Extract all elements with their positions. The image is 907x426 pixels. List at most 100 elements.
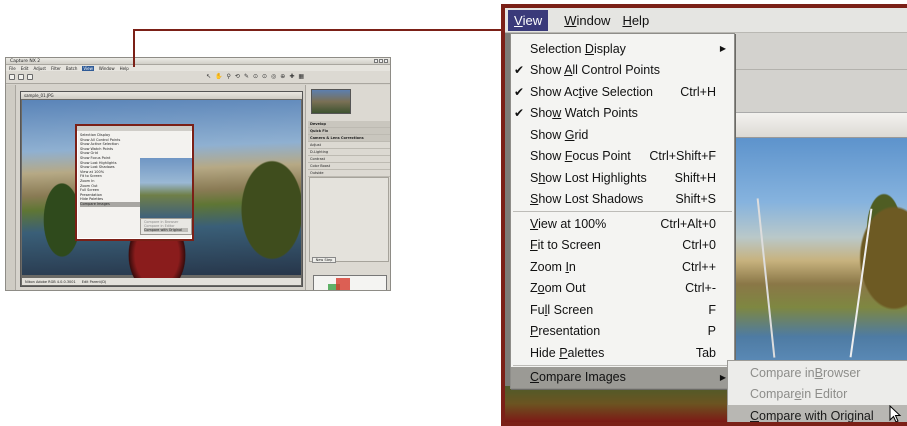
new-step-button[interactable]: New Step (312, 257, 336, 263)
adjust-panel (309, 177, 389, 262)
menu-shortcut: Ctrl+Shift+F (649, 149, 716, 164)
checkmark-icon: ✔ (513, 106, 525, 121)
label-mnemonic: e (794, 387, 802, 402)
toolbar-icon[interactable] (18, 74, 24, 80)
menu-item-show-lost-highlights[interactable]: Show Lost Highlights Shift+H (511, 167, 734, 189)
menu-item-compare-images[interactable]: Compare Images ▶ (511, 366, 734, 388)
app-menu-filter[interactable]: Filter (51, 66, 61, 71)
menu-item-label: Full Screen (530, 303, 593, 317)
photo-bottom (505, 386, 734, 422)
app-window-thumbnail: Capture NX 2 File Edit Adjust Filter Batch Vi… (5, 57, 391, 291)
submenu-item-compare-in-editor[interactable]: Compar e in Editor (728, 384, 907, 406)
menu-item-full-screen[interactable]: Full Screen F (511, 299, 734, 321)
menu-mnemonic: W (564, 12, 577, 28)
palette-row[interactable]: Contrast (308, 156, 390, 163)
submenu-item-compare-with-original[interactable]: Compare with Original (728, 405, 907, 423)
mouse-pointer-icon (889, 405, 902, 422)
tool-icons[interactable]: ↖ ✋ ⚲ ⟲ ✎ ⊙ ⊙ ◎ ⊕ ✚ ▦ (206, 73, 304, 80)
menu-item-label: Zoom Out (530, 281, 586, 295)
label-part: Sho (530, 106, 553, 121)
label-part: Compare in (750, 365, 815, 380)
palette-row[interactable]: Camera & Lens Corrections (308, 135, 390, 142)
app-title: Capture NX 2 (10, 58, 41, 64)
menu-window[interactable]: Window (558, 10, 616, 31)
menu-help[interactable]: Help (616, 10, 655, 31)
status-edit: Edit Parent(D) (81, 279, 107, 284)
menu-shortcut: P (707, 324, 716, 339)
menu-shortcut: Shift+H (674, 170, 716, 185)
mini-submenu-item[interactable]: Compare with Original (144, 228, 188, 232)
menu-view[interactable]: View (508, 9, 549, 31)
palette-row[interactable]: Outside (308, 170, 390, 177)
window-controls[interactable] (374, 59, 388, 63)
menu-shortcut: Ctrl+0 (682, 238, 716, 253)
submenu-item-compare-in-browser[interactable]: Compare in Browser (728, 362, 907, 384)
menu-item-show-active-selection[interactable]: ✔ Show Active Selection Ctrl+H (511, 81, 734, 103)
menu-label-rest: iew (522, 12, 543, 28)
label-part: alettes (567, 345, 605, 360)
menu-mnemonic: V (514, 12, 523, 28)
menu-item-view-at-100[interactable]: View at 100% Ctrl+Alt+0 (511, 213, 734, 235)
menu-separator (513, 211, 732, 212)
menu-item-show-all-control-points[interactable]: ✔ Show All Control Points (511, 60, 734, 82)
toolbar-icon[interactable] (27, 74, 33, 80)
document-title: sample_01.JPG (21, 92, 302, 99)
histogram (313, 275, 387, 290)
palette-row[interactable]: Color Boost (308, 163, 390, 170)
palette-row[interactable]: Adjust (308, 142, 390, 149)
label-part: rid (574, 127, 589, 142)
left-panel (6, 85, 16, 290)
mini-compare-submenu: Compare in Browser Compare in Editor Compa… (140, 218, 192, 235)
palette-row[interactable]: Quick Fix (308, 128, 390, 135)
label-part: rowser (822, 365, 861, 380)
label-part: Show Ac (530, 84, 579, 99)
menu-item-zoom-out[interactable]: Zoom Out Ctrl+- (511, 278, 734, 300)
label-mnemonic: C (750, 408, 760, 423)
menu-item-label: Presentation (530, 324, 600, 338)
app-menu-batch[interactable]: Batch (66, 66, 78, 71)
label-part: resentation (538, 324, 601, 339)
document-status-bar: Nikon Adobe RGB 4.0.0.3001 Edit Parent(D… (22, 278, 301, 285)
menu-shortcut: Tab (695, 345, 716, 360)
palette-row[interactable]: D-Lighting (308, 149, 390, 156)
menu-label-rest: elp (631, 12, 650, 28)
menu-shortcut: Ctrl++ (681, 259, 716, 274)
checkmark-icon: ✔ (513, 63, 525, 78)
menu-label-rest: indow (576, 12, 611, 28)
app-menu-view[interactable]: View (82, 65, 94, 71)
status-profile: Nikon Adobe RGB 4.0.0.3001 (25, 279, 76, 284)
label-part: Show (530, 63, 565, 78)
label-mnemonic: w (552, 106, 562, 121)
app-menu-file[interactable]: File (9, 66, 16, 71)
menu-item-show-lost-shadows[interactable]: Show Lost Shadows Shift+S (511, 189, 734, 211)
label-mnemonic: F (530, 238, 538, 253)
label-part: in Editor (801, 387, 848, 402)
menu-item-label: Show All Control Points (530, 63, 660, 77)
palette-row[interactable]: Develop (308, 121, 390, 128)
app-titlebar: Capture NX 2 (6, 58, 390, 65)
menu-item-fit-to-screen[interactable]: Fit to Screen Ctrl+0 (511, 235, 734, 257)
menu-item-show-watch-points[interactable]: ✔ Show Watch Points (511, 103, 734, 125)
toolbar-icon[interactable] (9, 74, 15, 80)
app-toolbar (6, 71, 390, 84)
menu-shortcut: Ctrl+H (680, 84, 716, 99)
menu-mnemonic: H (622, 12, 632, 28)
menu-item-hide-palettes[interactable]: Hide Palettes Tab (511, 342, 734, 364)
label-part: it to Screen (537, 238, 601, 253)
menu-item-zoom-in[interactable]: Zoom In Ctrl++ (511, 256, 734, 278)
callout-line (133, 29, 135, 67)
app-menu-window[interactable]: Window (99, 66, 115, 71)
app-menu-help[interactable]: Help (120, 66, 129, 71)
menu-item-selection-display[interactable]: Selection Display ▶ (511, 38, 734, 60)
app-menu-adjust[interactable]: Adjust (33, 66, 46, 71)
label-part: ow Lost Highlights (545, 170, 647, 185)
label-mnemonic: B (814, 365, 823, 380)
label-part: ll Control Points (572, 63, 660, 78)
palette-rows: Develop Quick Fix Camera & Lens Correction… (308, 121, 390, 177)
menu-item-presentation[interactable]: Presentation P (511, 321, 734, 343)
app-menu-edit[interactable]: Edit (21, 66, 29, 71)
menu-item-show-focus-point[interactable]: Show Focus Point Ctrl+Shift+F (511, 146, 734, 168)
menu-item-show-grid[interactable]: Show Grid (511, 124, 734, 146)
menu-shortcut: Ctrl+- (685, 281, 716, 296)
label-part: Show (530, 127, 565, 142)
